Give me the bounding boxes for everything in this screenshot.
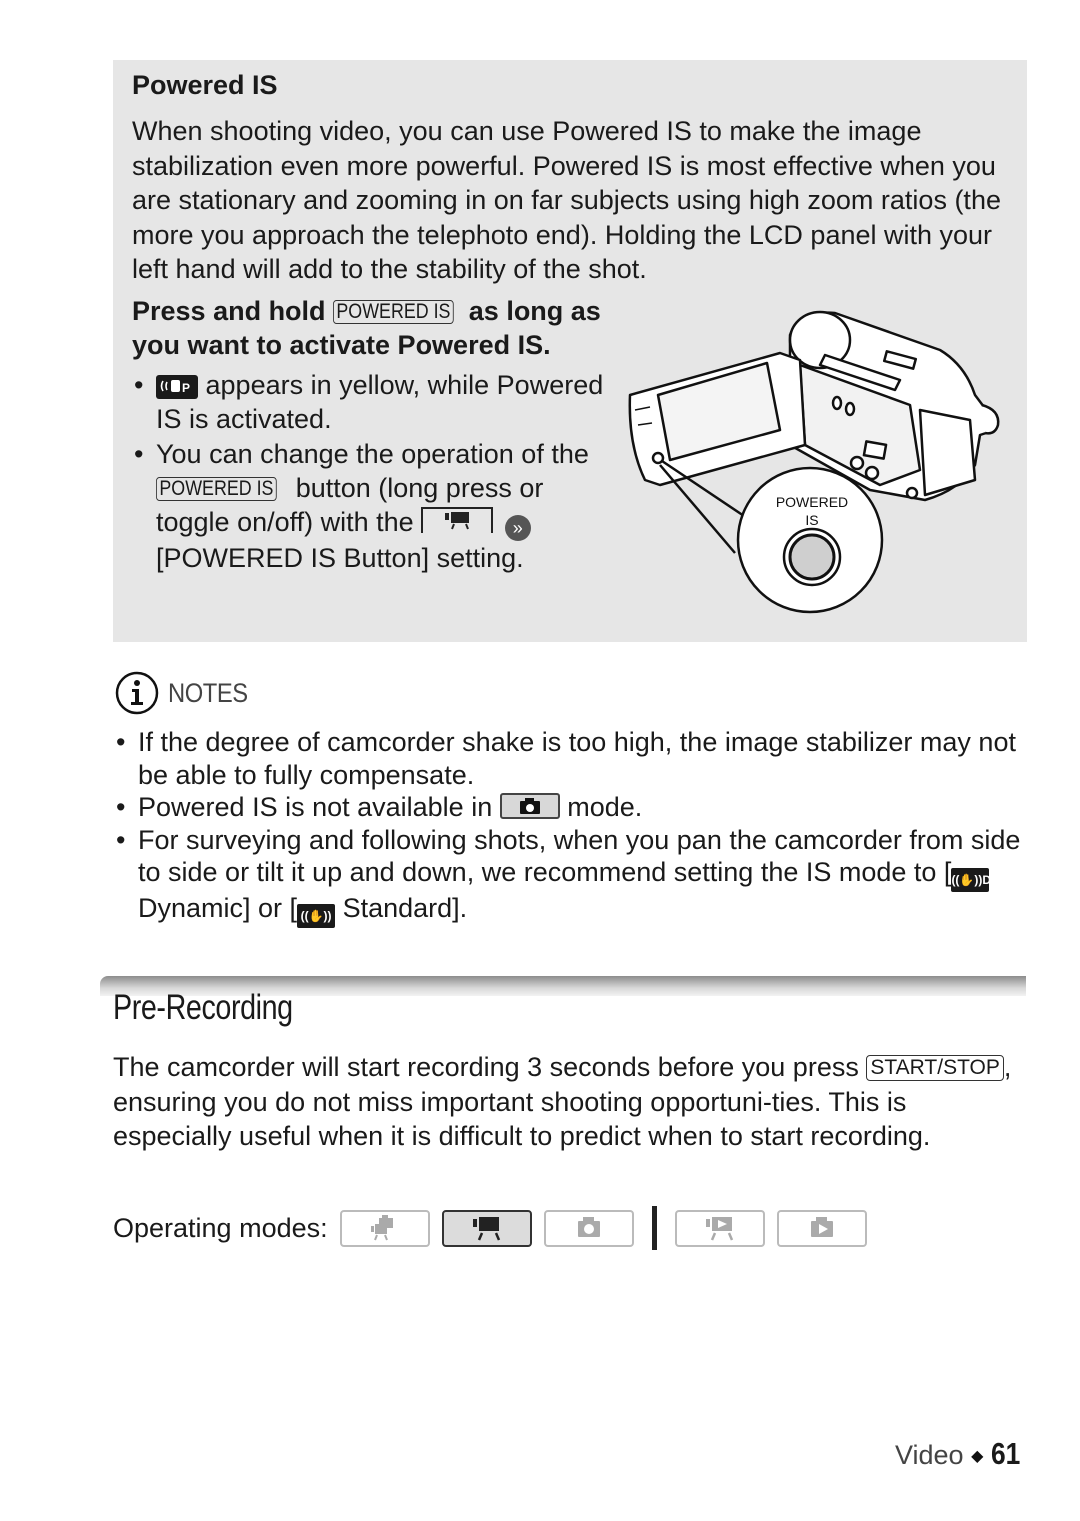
- note-text: mode.: [567, 792, 643, 823]
- operating-modes: Operating modes:: [113, 1206, 879, 1250]
- note-text: If the degree of camcorder shake is too …: [138, 727, 1016, 790]
- powered-is-key: POWERED IS: [333, 300, 454, 324]
- mode-dual-shot: [339, 1209, 430, 1247]
- illustration-label-line1: POWERED: [776, 494, 848, 510]
- movie-recording-icon: [472, 1217, 500, 1241]
- press-instruction: Press and hold POWERED IS as long as you…: [132, 294, 632, 362]
- info-icon: [115, 671, 159, 715]
- photo-mode-icon: [499, 793, 560, 820]
- mode-separator: [651, 1206, 657, 1250]
- start-stop-key: START/STOP: [866, 1055, 1004, 1081]
- list-item: • For surveying and following shots, whe…: [114, 824, 1024, 929]
- section-title: Pre-Recording: [113, 988, 293, 1027]
- camcorder-illustration: POWERED IS: [628, 310, 1000, 614]
- press-prefix: Press and hold: [132, 296, 326, 326]
- arrow-right-icon: »: [504, 515, 531, 542]
- movie-menu-icon: [421, 507, 494, 534]
- footer-separator-icon: ◆: [971, 1448, 984, 1465]
- bullet-text: You can change the operation of the: [156, 438, 589, 469]
- pre-recording-body: The camcorder will start recording 3 sec…: [113, 1050, 1028, 1154]
- is-dynamic-icon: ((✋))D: [951, 868, 991, 893]
- bullet-dot: •: [116, 824, 126, 855]
- photo-playback-icon: [810, 1217, 833, 1237]
- note-text: Powered IS is not available in: [138, 792, 493, 823]
- dual-shot-icon: [370, 1215, 393, 1241]
- note-text: Standard].: [342, 893, 468, 924]
- modes-label: Operating modes:: [113, 1212, 328, 1243]
- list-item: • P appears in yellow, while Powered IS …: [132, 368, 622, 437]
- powered-is-icon: P: [156, 375, 198, 399]
- list-item: • If the degree of camcorder shake is to…: [114, 726, 1024, 791]
- powered-is-intro: When shooting video, you can use Powered…: [132, 116, 1001, 285]
- mode-movie-recording: [441, 1209, 532, 1247]
- powered-is-key: POWERED IS: [156, 476, 277, 501]
- mode-movie-playback: [674, 1209, 765, 1247]
- list-item: • You can change the operation of the PO…: [132, 437, 622, 576]
- illustration-label-line2: IS: [805, 512, 818, 528]
- bullet-text: [POWERED IS Button] setting.: [156, 543, 524, 574]
- list-item: • Powered IS is not available in mode.: [114, 791, 1024, 824]
- page-footer: Video ◆ 61: [895, 1436, 1025, 1472]
- bullet-dot: •: [134, 370, 144, 400]
- powered-is-title: Powered IS: [132, 70, 278, 100]
- photo-recording-icon: [577, 1217, 600, 1237]
- mode-photo-recording: [543, 1209, 634, 1247]
- powered-is-bullets: • P appears in yellow, while Powered IS …: [132, 368, 622, 575]
- svg-text:P: P: [182, 381, 190, 395]
- bullet-text: appears in yellow, while Powered IS is a…: [156, 370, 604, 435]
- is-standard-icon: ((✋)): [297, 904, 336, 929]
- movie-playback-icon: [705, 1217, 733, 1241]
- bullet-dot: •: [116, 727, 126, 757]
- notes-heading: NOTES: [114, 670, 259, 716]
- bullet-dot: •: [134, 438, 144, 469]
- footer-section: Video: [895, 1440, 964, 1470]
- notes-list: • If the degree of camcorder shake is to…: [114, 726, 1024, 929]
- notes-label: NOTES: [168, 677, 248, 708]
- body-text: The camcorder will start recording 3 sec…: [113, 1052, 859, 1082]
- mode-photo-playback: [776, 1209, 867, 1247]
- note-text: For surveying and following shots, when …: [138, 824, 1021, 888]
- note-text: Dynamic] or [: [138, 893, 298, 924]
- page-number: 61: [990, 1436, 1021, 1471]
- bullet-dot: •: [116, 792, 126, 823]
